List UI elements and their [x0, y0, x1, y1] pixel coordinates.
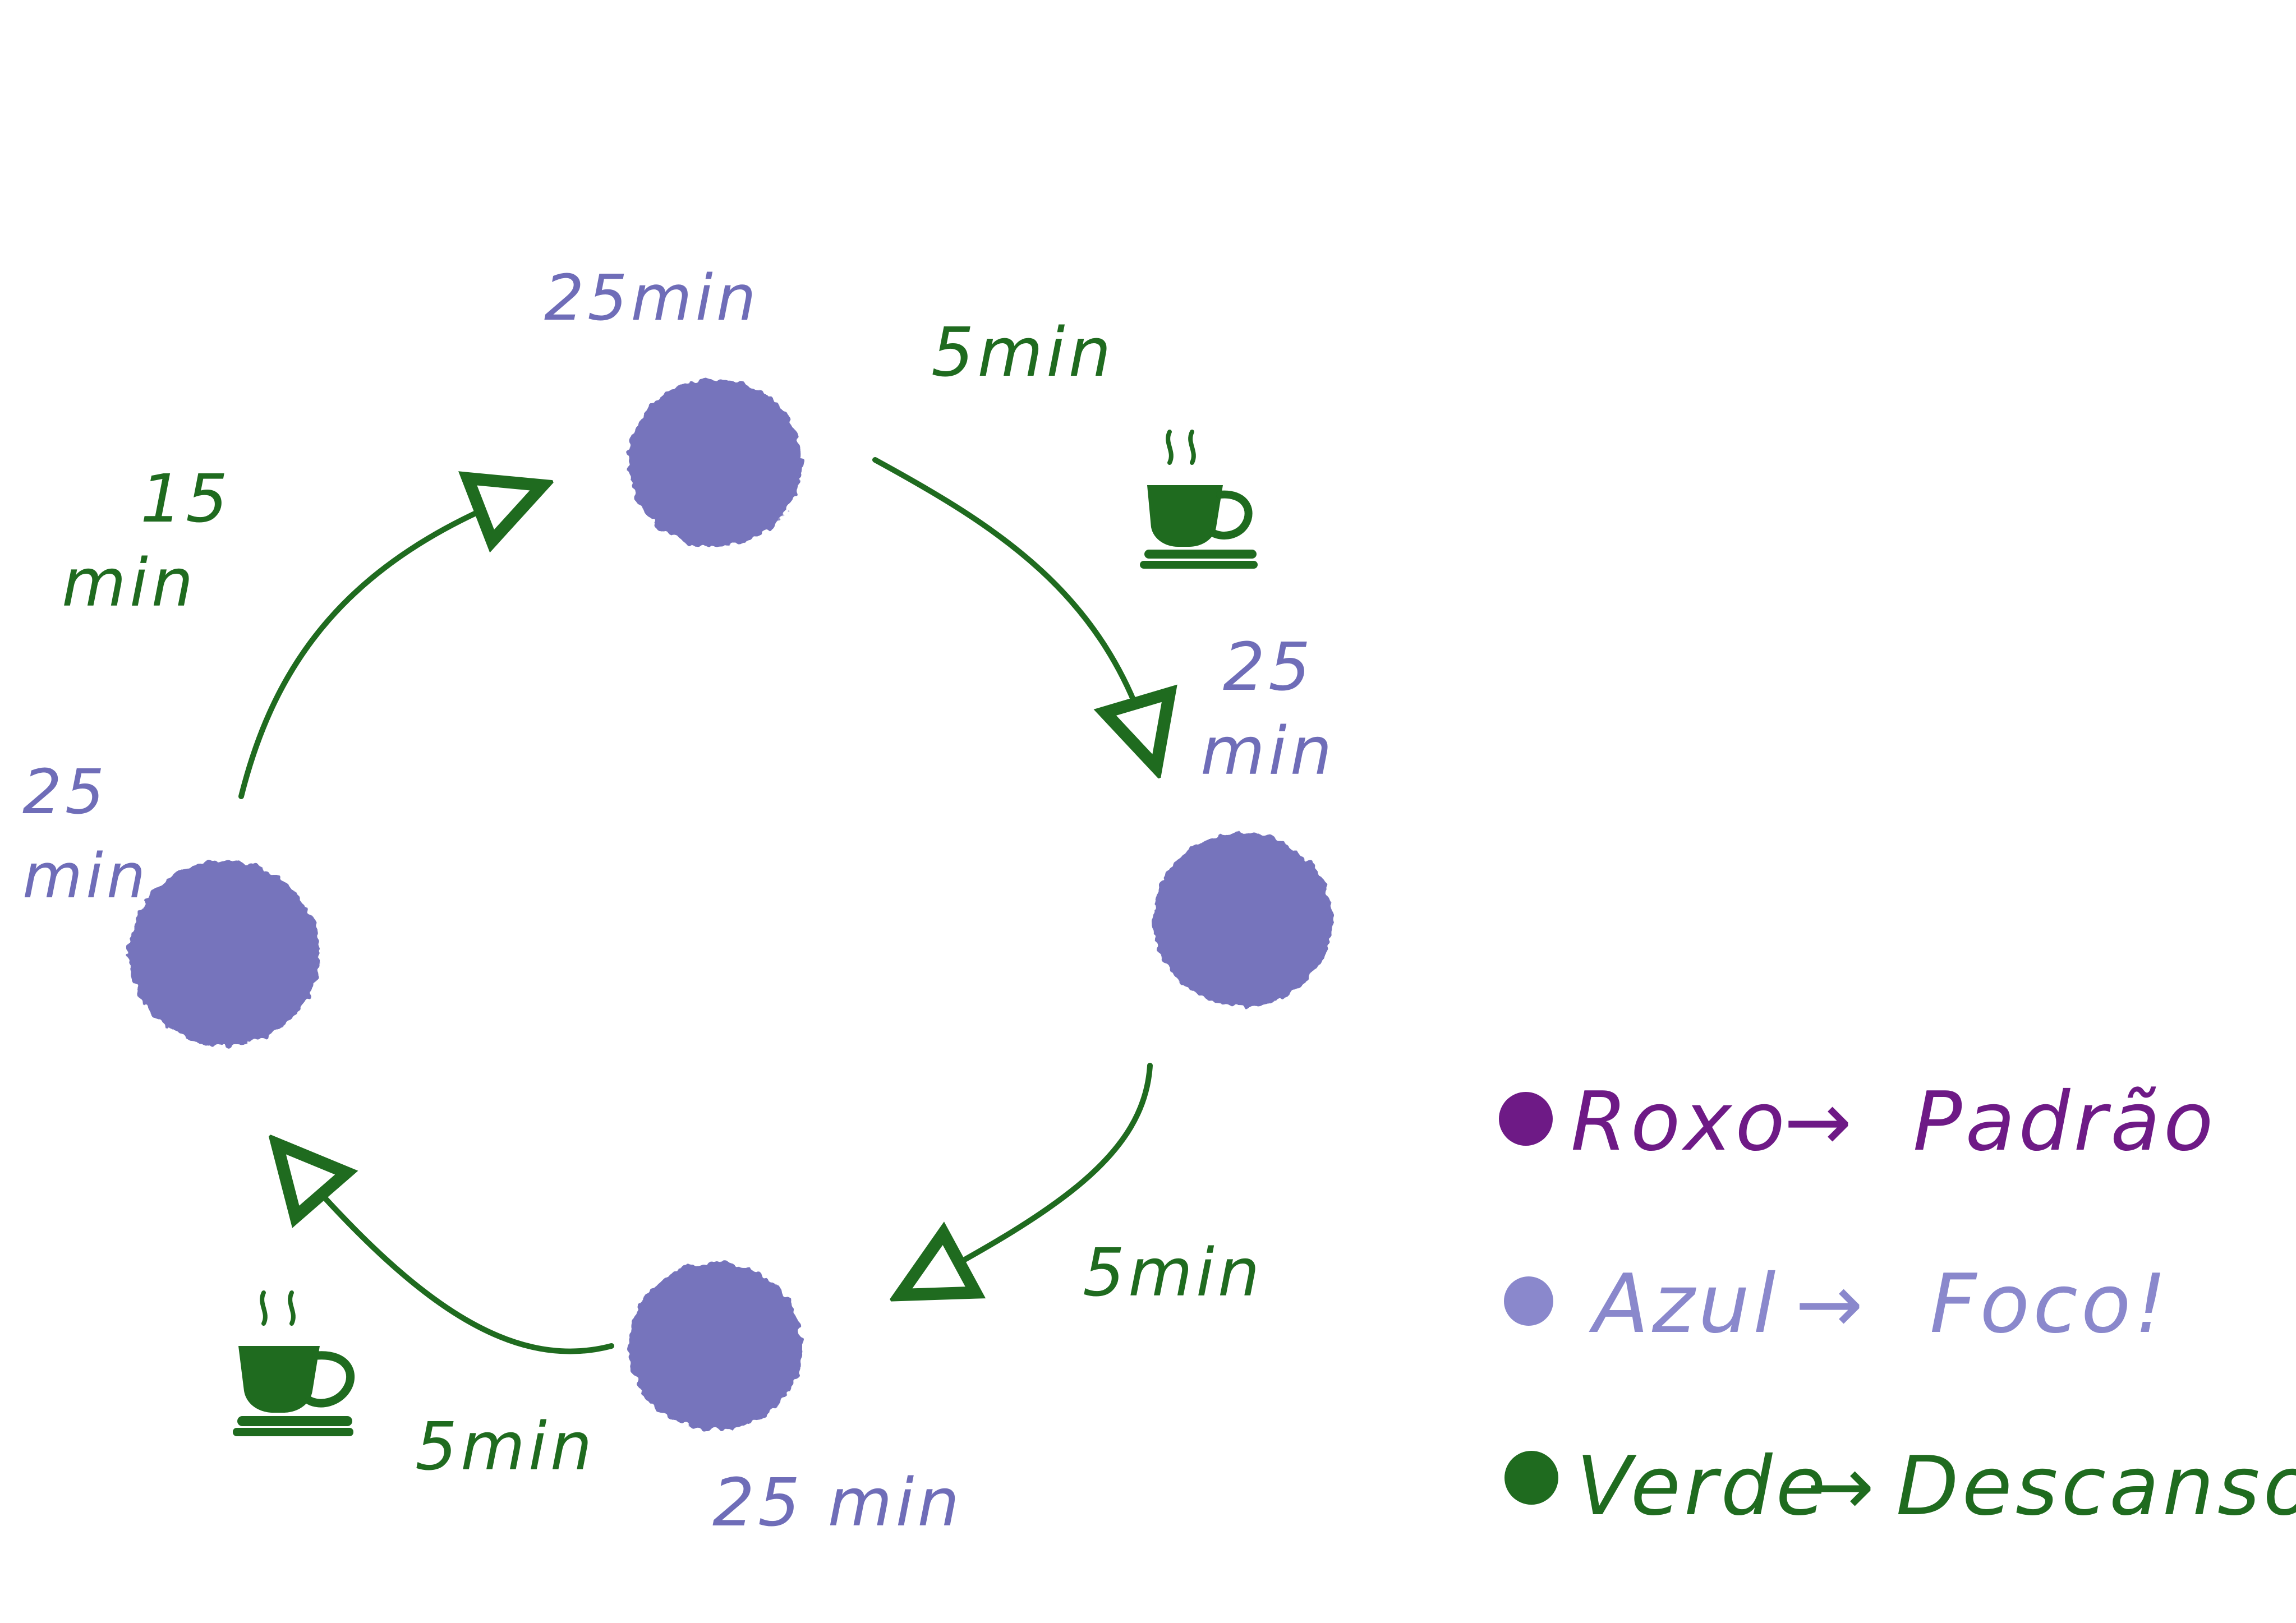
label-top-right-rest: 5min [931, 314, 1115, 392]
label-left-focus-line2: min [22, 840, 149, 912]
legend-dot-green [1504, 1451, 1558, 1505]
focus-blob-left [129, 861, 320, 1046]
label-top-focus: 25min [544, 262, 760, 335]
pomodoro-cycle-diagram: 25min 5min 25 min 15 min 25 min 5min 5mi… [22, 262, 2296, 1541]
focus-blob-right [1153, 833, 1332, 1007]
label-left-rest-line1: 15 [140, 460, 231, 537]
legend-dot-purple [1499, 1092, 1553, 1146]
label-right-focus-line2: min [1200, 712, 1336, 790]
legend-arrow-azul: → [1795, 1257, 1867, 1352]
label-bottom-left-rest: 5min [415, 1408, 596, 1485]
label-bottom-focus: 25 min [712, 1464, 963, 1541]
label-right-focus-line1: 25 [1223, 628, 1314, 706]
legend-color-azul: Azul [1589, 1257, 1779, 1352]
legend-item-roxo: Roxo → Padrão [1499, 1075, 2217, 1169]
legend-meaning-foco: Foco! [1930, 1257, 2170, 1352]
legend-meaning-descanso: Descanso [1896, 1439, 2296, 1534]
arrow-left-to-top [238, 494, 522, 799]
focus-blob-top [628, 379, 802, 547]
legend-color-verde: Verde [1576, 1439, 1829, 1534]
arrow-top-to-right [872, 457, 1150, 746]
coffee-cup-icon [233, 1290, 355, 1436]
legend: Roxo → Padrão Azul → Foco! Verde → Desca… [1499, 1075, 2296, 1534]
legend-meaning-padrao: Padrão [1913, 1075, 2217, 1169]
label-left-rest-line2: min [62, 544, 197, 621]
label-bottom-right-rest: 5min [1083, 1234, 1263, 1311]
focus-blob-bottom [628, 1262, 802, 1430]
legend-arrow-roxo: → [1784, 1075, 1856, 1169]
legend-item-azul: Azul → Foco! [1504, 1257, 2170, 1352]
legend-dot-blue [1504, 1276, 1553, 1326]
legend-arrow-verde: → [1806, 1439, 1878, 1534]
coffee-cup-icon [1140, 430, 1258, 569]
legend-item-verde: Verde → Descanso [1504, 1439, 2296, 1534]
label-left-focus-line1: 25 [22, 756, 108, 828]
arrow-bottom-to-left [292, 1161, 614, 1354]
legend-color-roxo: Roxo [1571, 1075, 1788, 1169]
